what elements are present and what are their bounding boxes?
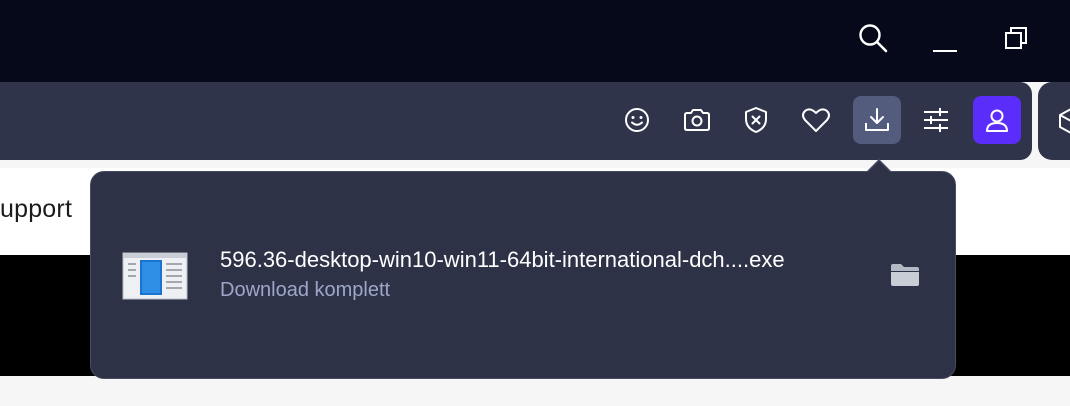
shield-x-icon	[745, 107, 767, 133]
download-icon	[865, 108, 889, 131]
smiley-icon	[625, 108, 649, 132]
download-popup	[90, 171, 956, 379]
cube-icon	[1059, 108, 1070, 134]
search-icon	[859, 24, 888, 53]
easy-setup-button[interactable]	[912, 96, 960, 144]
downloads-button[interactable]	[853, 96, 901, 144]
emoji-button[interactable]	[613, 96, 661, 144]
minimize-button[interactable]	[925, 18, 965, 58]
browser-toolbar	[0, 82, 1032, 160]
minimize-icon	[933, 50, 957, 52]
popup-arrow-fill	[867, 161, 891, 173]
camera-icon	[684, 109, 710, 131]
profile-button[interactable]	[973, 96, 1021, 144]
extensions-button[interactable]	[1038, 82, 1070, 160]
user-icon	[986, 109, 1008, 132]
restore-icon	[1005, 27, 1027, 49]
heart-icon	[802, 108, 830, 132]
installer-icon[interactable]	[122, 252, 188, 300]
title-bar	[0, 0, 1070, 82]
search-button[interactable]	[853, 18, 893, 58]
favorites-button[interactable]	[792, 96, 840, 144]
page-text: upport	[0, 195, 73, 223]
download-status: Download komplett	[220, 279, 391, 301]
ad-blocker-button[interactable]	[732, 96, 780, 144]
restore-button[interactable]	[997, 18, 1037, 58]
sliders-icon	[924, 108, 948, 132]
page-footer-area	[0, 376, 1070, 406]
folder-icon	[891, 264, 919, 286]
download-filename[interactable]: 596.36-desktop-win10-win11-64bit-interna…	[220, 247, 785, 273]
screenshot-button[interactable]	[673, 96, 721, 144]
show-in-folder-button[interactable]	[884, 254, 926, 296]
